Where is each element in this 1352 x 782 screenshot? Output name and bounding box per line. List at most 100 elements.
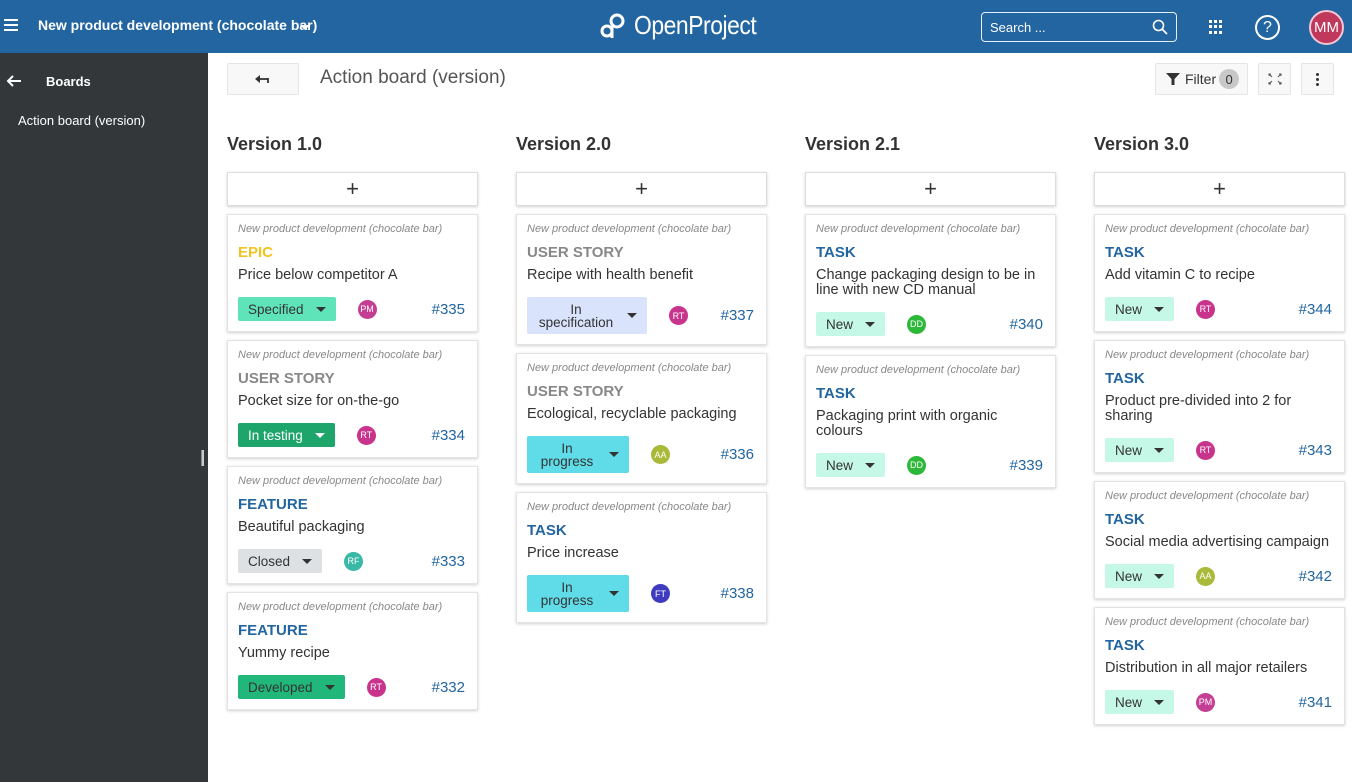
work-package-id-link[interactable]: #338 — [721, 585, 754, 602]
status-dropdown[interactable]: New — [1105, 690, 1175, 714]
work-package-id-link[interactable]: #342 — [1299, 568, 1332, 585]
card-subject[interactable]: Pocket size for on-the-go — [238, 394, 467, 409]
work-package-card[interactable]: New product development (chocolate bar) F… — [227, 466, 478, 584]
card-subject[interactable]: Product pre-divided into 2 for sharing — [1105, 394, 1334, 424]
card-subject[interactable]: Distribution in all major retailers — [1105, 661, 1334, 676]
work-package-id-link[interactable]: #341 — [1299, 694, 1332, 711]
chevron-down-icon — [865, 321, 876, 327]
work-package-card[interactable]: New product development (chocolate bar) T… — [805, 214, 1056, 347]
work-package-card[interactable]: New product development (chocolate bar) F… — [227, 592, 478, 710]
card-subject[interactable]: Ecological, recyclable packaging — [527, 407, 756, 422]
assignee-avatar[interactable]: RT — [1196, 299, 1216, 319]
assignee-avatar[interactable]: AA — [651, 445, 670, 464]
status-dropdown[interactable]: Closed — [238, 549, 323, 573]
status-dropdown[interactable]: New — [1105, 297, 1175, 321]
card-subject[interactable]: Beautiful packaging — [238, 520, 467, 535]
assignee-avatar[interactable]: PM — [357, 299, 377, 319]
status-dropdown[interactable]: New — [816, 312, 886, 336]
add-card-button[interactable]: + — [805, 172, 1056, 206]
work-package-id-link[interactable]: #337 — [721, 307, 754, 324]
help-icon[interactable]: ? — [1255, 15, 1280, 40]
add-card-button[interactable]: + — [227, 172, 478, 206]
sidebar-item-action-board[interactable]: Action board (version) — [18, 113, 145, 128]
column-title[interactable]: Version 3.0 — [1094, 130, 1345, 158]
work-package-id-link[interactable]: #334 — [432, 427, 465, 444]
menu-icon[interactable] — [4, 16, 18, 36]
status-label: In progress — [540, 440, 594, 469]
sidebar-heading-boards[interactable]: Boards — [46, 74, 91, 89]
work-package-card[interactable]: New product development (chocolate bar) U… — [227, 340, 478, 458]
project-selector[interactable]: New product development (chocolate bar) — [38, 17, 317, 33]
column-title[interactable]: Version 2.0 — [516, 130, 767, 158]
work-package-id-link[interactable]: #344 — [1299, 301, 1332, 318]
status-dropdown[interactable]: Specified — [238, 297, 336, 321]
work-package-card[interactable]: New product development (chocolate bar) T… — [1094, 214, 1345, 332]
status-label: In progress — [540, 579, 594, 608]
work-package-card[interactable]: New product development (chocolate bar) T… — [805, 355, 1056, 488]
work-package-id-link[interactable]: #335 — [432, 301, 465, 318]
status-dropdown[interactable]: New — [816, 453, 886, 477]
status-dropdown[interactable]: Developed — [238, 675, 345, 699]
column-title[interactable]: Version 2.1 — [805, 130, 1056, 158]
card-project: New product development (chocolate bar) — [238, 601, 443, 613]
work-package-id-link[interactable]: #339 — [1010, 457, 1043, 474]
assignee-avatar[interactable]: RT — [366, 677, 386, 697]
work-package-card[interactable]: New product development (chocolate bar) T… — [1094, 607, 1345, 725]
search-input[interactable] — [990, 19, 1140, 35]
filter-button[interactable]: Filter 0 — [1155, 63, 1248, 95]
card-footer: New RT #343 — [1105, 438, 1334, 462]
work-package-id-link[interactable]: #332 — [432, 679, 465, 696]
work-package-id-link[interactable]: #333 — [432, 553, 465, 570]
assignee-avatar[interactable]: FT — [651, 584, 670, 603]
modules-grid-icon[interactable] — [1209, 20, 1223, 34]
card-subject[interactable]: Price below competitor A — [238, 268, 467, 283]
work-package-card[interactable]: New product development (chocolate bar) U… — [516, 214, 767, 345]
search-icon[interactable] — [1152, 19, 1168, 35]
work-package-card[interactable]: New product development (chocolate bar) T… — [1094, 340, 1345, 473]
work-package-card[interactable]: New product development (chocolate bar) E… — [227, 214, 478, 332]
work-package-card[interactable]: New product development (chocolate bar) T… — [516, 492, 767, 623]
assignee-avatar[interactable]: RT — [669, 306, 688, 325]
column-title[interactable]: Version 1.0 — [227, 130, 478, 158]
assignee-avatar[interactable]: RF — [344, 551, 364, 571]
openproject-logo[interactable]: OpenProject — [598, 10, 773, 41]
assignee-avatar[interactable]: RT — [1196, 440, 1216, 460]
work-package-card[interactable]: New product development (chocolate bar) U… — [516, 353, 767, 484]
card-subject[interactable]: Yummy recipe — [238, 646, 467, 661]
card-subject[interactable]: Change packaging design to be in line wi… — [816, 268, 1045, 298]
work-package-id-link[interactable]: #343 — [1299, 442, 1332, 459]
work-package-id-link[interactable]: #336 — [721, 446, 754, 463]
arrow-left-icon[interactable] — [6, 73, 22, 89]
chevron-down-icon[interactable] — [300, 25, 310, 30]
status-dropdown[interactable]: In progress — [527, 436, 629, 473]
card-subject[interactable]: Recipe with health benefit — [527, 268, 756, 283]
assignee-avatar[interactable]: DD — [907, 455, 927, 475]
work-package-id-link[interactable]: #340 — [1010, 316, 1043, 333]
search-box[interactable] — [981, 12, 1177, 42]
status-dropdown[interactable]: In progress — [527, 575, 629, 612]
more-options-button[interactable] — [1301, 63, 1334, 95]
assignee-avatar[interactable]: DD — [907, 314, 927, 334]
board-column: Version 2.0 + New product development (cho… — [516, 130, 767, 623]
fullscreen-button[interactable] — [1258, 63, 1291, 95]
add-card-button[interactable]: + — [516, 172, 767, 206]
back-button[interactable] — [227, 63, 299, 95]
card-type: TASK — [1105, 370, 1145, 387]
card-type: USER STORY — [238, 370, 335, 387]
card-subject[interactable]: Packaging print with organic colours — [816, 409, 1045, 439]
status-dropdown[interactable]: New — [1105, 564, 1175, 588]
assignee-avatar[interactable]: PM — [1196, 692, 1216, 712]
user-avatar[interactable]: MM — [1309, 10, 1344, 45]
assignee-avatar[interactable]: AA — [1196, 566, 1216, 586]
card-subject[interactable]: Social media advertising campaign — [1105, 535, 1334, 550]
status-dropdown[interactable]: New — [1105, 438, 1175, 462]
card-subject[interactable]: Price increase — [527, 546, 756, 561]
status-dropdown[interactable]: In specification — [527, 297, 647, 334]
assignee-avatar[interactable]: RT — [356, 425, 376, 445]
sidebar-resize-handle[interactable] — [201, 450, 204, 466]
card-subject[interactable]: Add vitamin C to recipe — [1105, 268, 1334, 283]
add-card-button[interactable]: + — [1094, 172, 1345, 206]
chevron-down-icon — [609, 591, 619, 596]
work-package-card[interactable]: New product development (chocolate bar) T… — [1094, 481, 1345, 599]
status-dropdown[interactable]: In testing — [238, 423, 335, 447]
